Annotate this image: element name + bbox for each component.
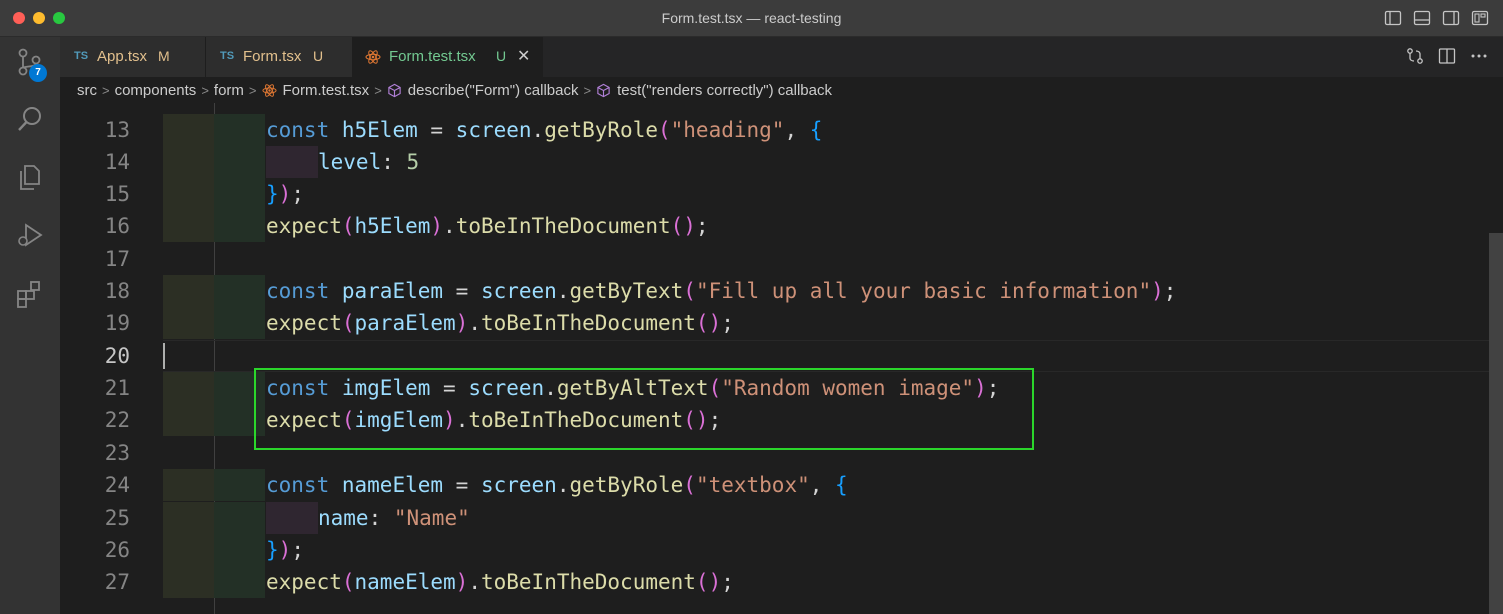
line-number: 25 [104,506,130,530]
line-number: 18 [104,279,130,303]
code-line: 13 const h5Elem = screen.getByRole("head… [60,114,1503,146]
tab-untracked-indicator: U [496,48,507,64]
tab-label: App.tsx [97,48,148,65]
tab-untracked-indicator: U [313,48,324,64]
line-number: 23 [104,441,130,465]
code-line: 15 }); [60,178,1503,210]
chevron-right-icon: > [583,82,592,98]
customize-layout-icon[interactable] [1471,9,1489,27]
code-line: 23 [60,437,1503,469]
breadcrumb-item[interactable]: form [214,82,244,99]
chevron-right-icon: > [374,82,382,98]
code-line: 18 const paraElem = screen.getByText("Fi… [60,275,1503,307]
symbol-method-icon [387,83,402,98]
line-number: 22 [104,408,130,432]
code-line: 27 expect(nameElem).toBeInTheDocument(); [60,566,1503,598]
open-changes-icon[interactable] [1405,46,1425,66]
window-title: Form.test.tsx — react-testing [661,10,842,26]
tab-bar: TS App.tsx M TS Form.tsx U Form.test.tsx… [60,37,1503,77]
split-editor-icon[interactable] [1437,46,1457,66]
toggle-primary-sidebar-icon[interactable] [1384,9,1402,27]
toggle-secondary-sidebar-icon[interactable] [1442,9,1460,27]
tab-label: Form.test.tsx [389,48,476,65]
symbol-method-icon [596,83,611,98]
breadcrumb-item[interactable]: Form.test.tsx [283,82,370,99]
code-line: 19 expect(paraElem).toBeInTheDocument(); [60,307,1503,339]
code-line: 14 level: 5 [60,146,1503,178]
line-number: 17 [104,247,130,271]
text-cursor [163,343,165,369]
breadcrumb-item[interactable]: describe("Form") callback [408,82,579,99]
toggle-panel-icon[interactable] [1413,9,1431,27]
typescript-icon: TS [74,50,89,62]
line-number: 27 [104,570,130,594]
line-number: 13 [104,118,130,142]
tab-modified-indicator: M [158,48,170,64]
chevron-right-icon: > [248,82,257,98]
code-line: 16 expect(h5Elem).toBeInTheDocument(); [60,210,1503,242]
line-number: 15 [104,182,130,206]
code-line: 25 name: "Name" [60,502,1503,534]
line-number: 20 [104,344,130,368]
line-number: 14 [104,150,130,174]
tab-label: Form.tsx [243,48,302,65]
code-editor[interactable]: 13 const h5Elem = screen.getByRole("head… [60,103,1503,614]
typescript-icon: TS [220,50,235,62]
activity-bar: 7 [0,37,60,614]
breadcrumb-item[interactable]: src [77,82,97,99]
code-line: 24 const nameElem = screen.getByRole("te… [60,469,1503,501]
extensions-icon[interactable] [15,278,45,308]
line-number: 19 [104,311,130,335]
react-icon [261,83,277,98]
chevron-right-icon: > [102,82,110,98]
line-number: 21 [104,376,130,400]
tab-form-tsx[interactable]: TS Form.tsx U [206,37,353,77]
source-control-badge: 7 [29,64,47,82]
title-bar: Form.test.tsx — react-testing [0,0,1503,37]
code-line: 26 }); [60,534,1503,566]
react-icon [365,49,381,65]
breadcrumb-item[interactable]: components [115,82,197,99]
close-tab-icon[interactable]: ✕ [517,46,530,66]
line-number: 24 [104,473,130,497]
code-line: 17 [60,243,1503,275]
search-icon[interactable] [15,104,45,134]
line-number: 16 [104,214,130,238]
tab-form-test-tsx[interactable]: Form.test.tsx U ✕ [353,37,543,77]
more-actions-icon[interactable] [1469,46,1489,66]
breadcrumb-item[interactable]: test("renders correctly") callback [617,82,832,99]
breadcrumb: src > components > form > Form.test.tsx … [60,77,1503,103]
tab-app-tsx[interactable]: TS App.tsx M [60,37,206,77]
chevron-right-icon: > [201,82,209,98]
run-debug-icon[interactable] [15,220,45,250]
vertical-scrollbar[interactable] [1489,233,1503,614]
line-number: 26 [104,538,130,562]
explorer-icon[interactable] [15,162,45,192]
